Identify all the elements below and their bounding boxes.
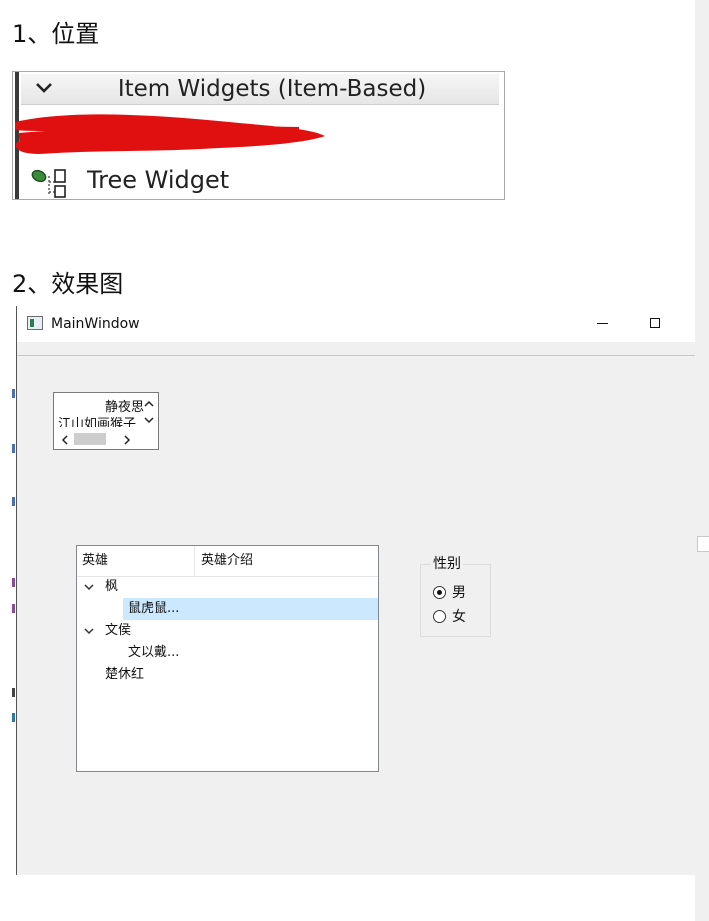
editor-artifact-mark [12, 604, 15, 613]
tree-row[interactable]: 文侯 [77, 620, 378, 642]
title-bar[interactable]: MainWindow [17, 306, 696, 342]
list-item[interactable]: 江山如画猴子 [58, 416, 136, 427]
window-title: MainWindow [51, 316, 140, 332]
radio-button[interactable] [433, 610, 446, 623]
tree-row[interactable]: 文以戴... [77, 642, 378, 664]
maximize-button[interactable] [639, 306, 673, 342]
gender-group-box: 性别 男 女 [420, 555, 491, 637]
widget-item-label[interactable]: Tree Widget [87, 164, 229, 196]
redaction-scribble [15, 114, 325, 154]
tree-item-label: 楚休红 [105, 667, 145, 682]
chevron-down-icon[interactable] [82, 576, 96, 598]
list-widget[interactable]: 静夜思 江山如画猴子 [53, 392, 159, 450]
list-item[interactable]: 静夜思 [54, 396, 144, 415]
column-header-intro[interactable]: 英雄介绍 [201, 546, 253, 576]
main-window: MainWindow 静夜思 江山如画猴子 英雄 英雄介绍 枫 鼠虎鼠... 文… [16, 306, 696, 875]
editor-artifact-mark [12, 688, 15, 697]
tree-row[interactable]: 枫 [77, 576, 378, 598]
section-heading-result: 2、效果图 [12, 270, 124, 298]
editor-artifact-mark [12, 497, 15, 506]
editor-artifact-mark [12, 389, 15, 398]
menu-bar [17, 342, 696, 356]
chevron-right-icon[interactable] [120, 432, 134, 448]
tree-widget-icon [31, 169, 66, 198]
minimize-button[interactable] [585, 306, 619, 342]
widget-category-label: Item Widgets (Item-Based) [117, 76, 427, 102]
group-box-title: 性别 [431, 555, 463, 573]
widget-box-panel: Item Widgets (Item-Based) Tree Widget [12, 71, 505, 200]
editor-artifact-mark [12, 713, 15, 722]
tree-item-label: 文以戴... [128, 645, 180, 660]
column-header-hero[interactable]: 英雄 [82, 546, 108, 576]
radio-label: 女 [452, 609, 466, 625]
column-divider[interactable] [194, 546, 195, 576]
editor-artifact-mark [12, 578, 15, 587]
tree-item-label: 鼠虎鼠... [128, 601, 180, 616]
tree-item-label: 文侯 [105, 623, 132, 638]
tree-widget[interactable]: 英雄 英雄介绍 枫 鼠虎鼠... 文侯 文以戴... 楚休红 [76, 545, 379, 772]
section-heading-position: 1、位置 [12, 20, 100, 48]
widget-category-header[interactable]: Item Widgets (Item-Based) [21, 74, 499, 105]
chevron-up-icon[interactable] [140, 397, 158, 411]
page-scrollbar[interactable] [695, 0, 709, 921]
horizontal-scrollbar[interactable] [54, 431, 140, 449]
chevron-down-icon [36, 83, 52, 93]
chevron-down-icon[interactable] [140, 413, 158, 427]
tree-row[interactable]: 楚休红 [77, 664, 378, 686]
app-icon [27, 316, 43, 330]
scrollbar-thumb[interactable] [697, 536, 709, 552]
scrollbar-thumb[interactable] [74, 433, 106, 445]
radio-button[interactable] [433, 586, 446, 599]
tree-header: 英雄 英雄介绍 [77, 546, 378, 577]
editor-artifact-mark [12, 444, 15, 453]
tree-row-selected[interactable]: 鼠虎鼠... [77, 598, 378, 620]
chevron-left-icon[interactable] [58, 432, 72, 448]
vertical-scrollbar[interactable] [140, 393, 158, 431]
tree-item-label: 枫 [105, 579, 119, 594]
radio-label: 男 [452, 585, 466, 601]
radio-checked-dot [437, 590, 442, 595]
chevron-down-icon[interactable] [82, 620, 96, 642]
